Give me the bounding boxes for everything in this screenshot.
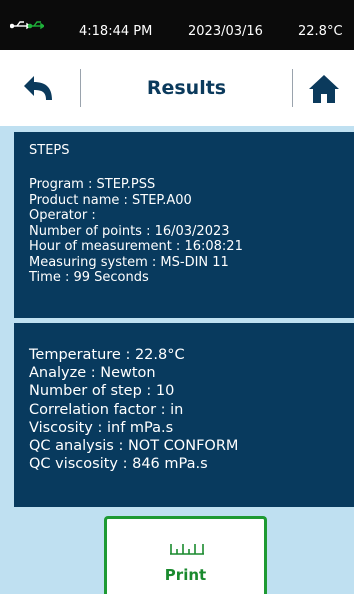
usb-icon [10, 21, 44, 30]
info-number-of-points: Number of points : 16/03/2023 [29, 223, 230, 239]
print-button-label: Print [164, 566, 207, 584]
measurement-info-panel: STEPS Program : STEP.PSS Product name : … [14, 132, 354, 318]
info-time: Time : 99 Seconds [29, 270, 149, 285]
header-divider-right [292, 69, 293, 107]
result-number-of-step: Number of step : 10 [29, 383, 175, 400]
page-title: Results [146, 77, 227, 99]
home-icon[interactable] [308, 74, 340, 104]
info-hour-of-measurement: Hour of measurement : 16:08:21 [29, 239, 243, 254]
info-program: Program : STEP.PSS [29, 177, 156, 192]
result-analyze: Analyze : Newton [29, 365, 156, 382]
info-product-name: Product name : STEP.A00 [29, 192, 192, 208]
ruler-icon [170, 544, 204, 555]
result-viscosity: Viscosity : inf mPa.s [29, 419, 174, 436]
info-heading: STEPS [29, 143, 70, 158]
back-arrow-icon[interactable] [22, 76, 58, 102]
status-temperature: 22.8°C [298, 24, 343, 39]
result-temperature: Temperature : 22.8°C [29, 347, 185, 363]
status-date: 2023/03/16 [188, 24, 263, 39]
info-operator: Operator : [29, 208, 96, 223]
header: Results [0, 50, 354, 126]
result-correlation-factor: Correlation factor : in [29, 401, 184, 418]
result-qc-viscosity: QC viscosity : 846 mPa.s [29, 456, 208, 473]
result-qc-analysis: QC analysis : NOT CONFORM [29, 438, 239, 455]
measurement-results-panel: Temperature : 22.8°C Analyze : Newton Nu… [14, 323, 354, 507]
status-time: 4:18:44 PM [79, 24, 153, 39]
print-button[interactable]: Print [104, 516, 267, 594]
status-bar: 4:18:44 PM 2023/03/16 22.8°C [0, 0, 354, 50]
info-measuring-system: Measuring system : MS-DIN 11 [29, 254, 229, 270]
